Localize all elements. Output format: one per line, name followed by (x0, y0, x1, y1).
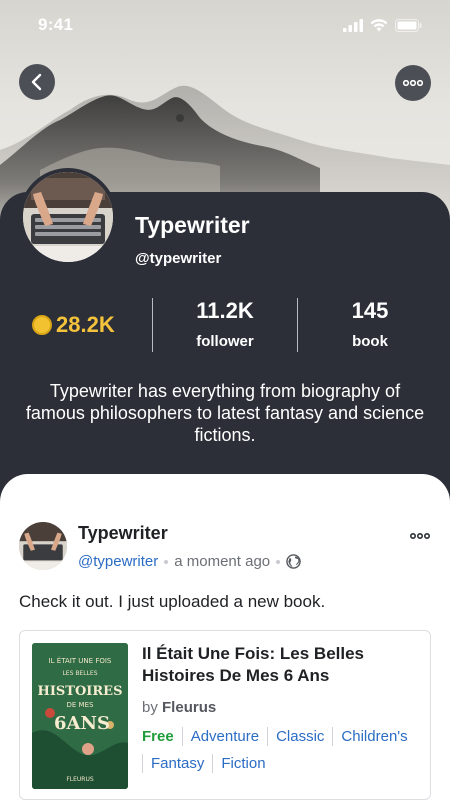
author-prefix: by (142, 699, 158, 716)
tag-classic[interactable]: Classic (267, 727, 332, 746)
profile-stats: 28.2K 11.2K follower 145 book (0, 296, 450, 354)
status-time: 9:41 (38, 15, 74, 34)
tag-free[interactable]: Free (142, 727, 182, 746)
book-tags: Free Adventure Classic Children's Fantas… (142, 727, 426, 773)
status-bar: 9:41 (0, 0, 450, 50)
book-stat[interactable]: 145 book (310, 298, 430, 350)
tag-childrens[interactable]: Children's (332, 727, 415, 746)
back-arrow-icon (31, 73, 42, 91)
cover-line: FLEURUS (66, 776, 94, 783)
profile-name: Typewriter (135, 212, 250, 238)
book-label: book (352, 333, 388, 350)
book-author: by Fleurus (142, 699, 216, 716)
globe-icon (286, 554, 301, 569)
more-icon (409, 532, 431, 540)
post-meta: @typewriter a moment ago (78, 553, 301, 570)
status-icons (343, 18, 422, 32)
cover-line: HISTOIRES (38, 684, 123, 699)
book-cover[interactable]: IL ÉTAIT UNE FOIS LES BELLES HISTOIRES D… (32, 643, 128, 789)
cover-line: 6ANS (54, 713, 110, 734)
book-count: 145 (351, 298, 389, 323)
more-icon (403, 80, 423, 86)
book-card[interactable]: IL ÉTAIT UNE FOIS LES BELLES HISTOIRES D… (19, 630, 431, 800)
coin-stat[interactable]: 28.2K (32, 312, 115, 338)
coin-icon (32, 315, 52, 335)
cover-line: LES BELLES (62, 670, 97, 677)
battery-icon (395, 18, 422, 32)
follower-count: 11.2K (196, 298, 254, 323)
post-time: a moment ago (174, 553, 271, 570)
meta-separator (164, 559, 169, 564)
coin-value: 28.2K (56, 312, 115, 337)
book-title[interactable]: Il Était Une Fois: Les Belles Histoires … (142, 643, 410, 687)
stat-divider (152, 298, 153, 352)
post-author-name[interactable]: Typewriter (78, 523, 168, 544)
cover-line: DE MES (67, 701, 95, 709)
post-avatar[interactable] (19, 522, 67, 570)
tag-fantasy[interactable]: Fantasy (142, 754, 212, 773)
stat-divider (297, 298, 298, 352)
profile-handle: @typewriter (135, 250, 222, 267)
post-more-button[interactable] (409, 526, 431, 544)
tag-adventure[interactable]: Adventure (181, 727, 267, 746)
wifi-icon (370, 18, 388, 31)
back-button[interactable] (19, 64, 55, 100)
signal-icon (343, 18, 363, 32)
post-author-handle[interactable]: @typewriter (78, 553, 158, 570)
more-options-button[interactable] (395, 65, 431, 101)
feed-section: Typewriter @typewriter a moment ago Chec… (0, 474, 450, 800)
meta-separator (276, 559, 281, 564)
author-name[interactable]: Fleurus (162, 699, 216, 716)
tag-fiction[interactable]: Fiction (212, 754, 273, 773)
follower-label: follower (196, 333, 254, 350)
follower-stat[interactable]: 11.2K follower (165, 298, 285, 350)
profile-avatar[interactable] (19, 168, 117, 266)
post-text: Check it out. I just uploaded a new book… (19, 592, 326, 611)
profile-bio: Typewriter has everything from biography… (25, 381, 425, 445)
cover-line: IL ÉTAIT UNE FOIS (49, 656, 112, 665)
